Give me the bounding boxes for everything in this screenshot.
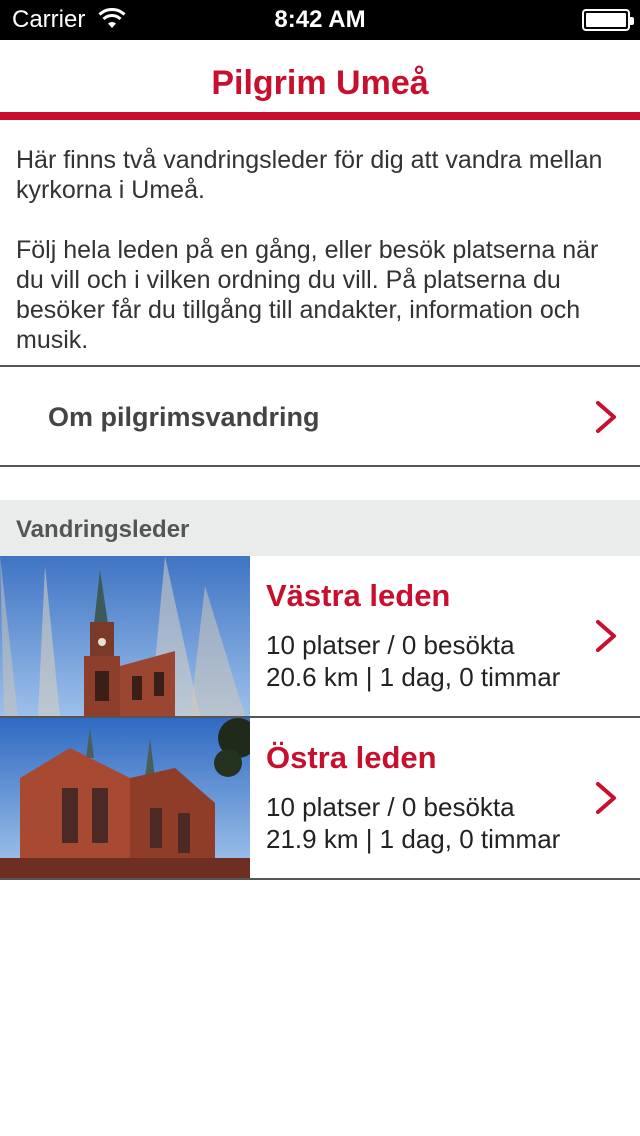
about-pilgrimage-label: Om pilgrimsvandring [48, 402, 320, 432]
route-distance: 21.9 km | 1 dag, 0 timmar [266, 824, 561, 854]
navigation-bar: Pilgrim Umeå [0, 40, 640, 120]
chevron-right-icon [592, 399, 620, 435]
chevron-right-icon [592, 618, 620, 654]
route-row-vastra[interactable]: Västra leden 10 platser / 0 besökta 20.6… [0, 556, 640, 718]
route-distance: 20.6 km | 1 dag, 0 timmar [266, 662, 561, 692]
route-places: 10 platser / 0 besökta [266, 792, 515, 822]
intro-text: Här finns två vandringsleder för dig att… [16, 145, 626, 355]
intro-paragraph-1: Här finns två vandringsleder för dig att… [16, 146, 603, 204]
status-bar: Carrier 8:42 AM [0, 0, 640, 40]
battery-icon [582, 9, 634, 31]
route-name: Östra leden [266, 740, 437, 775]
about-pilgrimage-row[interactable]: Om pilgrimsvandring [0, 365, 640, 467]
page-title: Pilgrim Umeå [211, 64, 429, 102]
route-places: 10 platser / 0 besökta [266, 630, 515, 660]
route-name: Västra leden [266, 578, 451, 613]
chevron-right-icon [592, 780, 620, 816]
church-photo-west [0, 556, 250, 716]
route-row-ostra[interactable]: Östra leden 10 platser / 0 besökta 21.9 … [0, 718, 640, 880]
section-header-routes: Vandringsleder [0, 500, 640, 556]
intro-paragraph-2: Följ hela leden på en gång, eller besök … [16, 236, 599, 354]
section-title: Vandringsleder [16, 516, 190, 543]
status-time: 8:42 AM [274, 6, 366, 33]
church-photo-east [0, 718, 250, 878]
